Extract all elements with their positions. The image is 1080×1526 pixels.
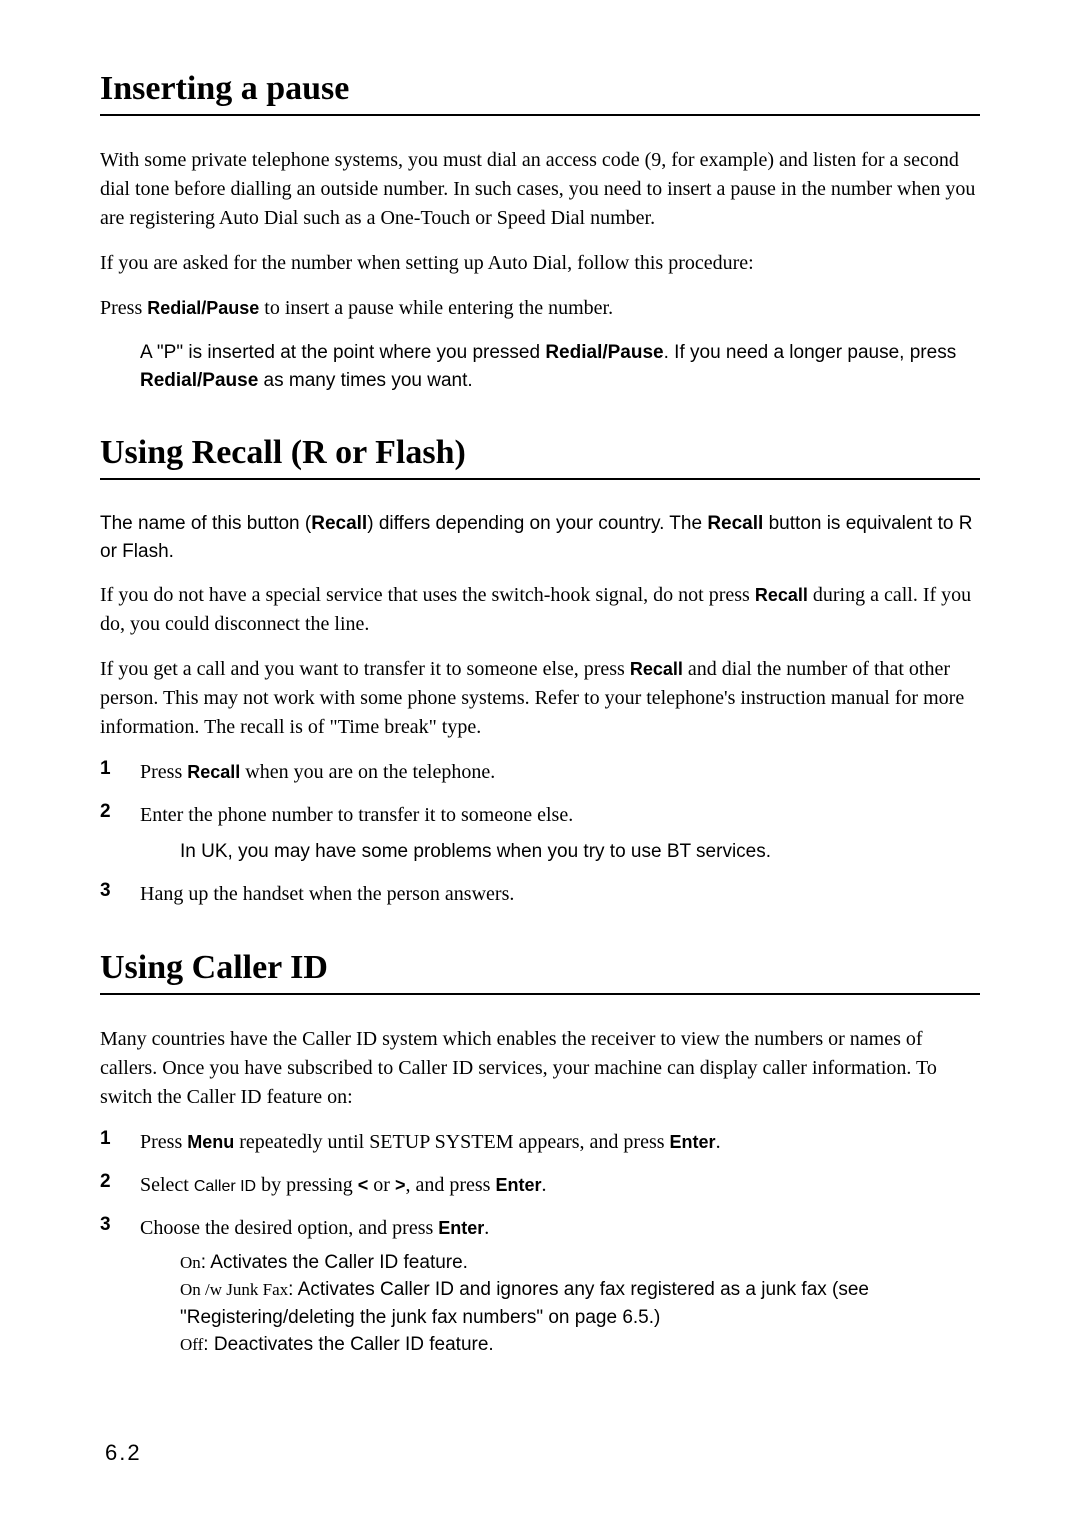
text: Select — [140, 1174, 194, 1196]
text: Press — [100, 297, 147, 319]
text: to insert a pause while entering the num… — [259, 297, 613, 319]
text: , and press — [405, 1174, 495, 1196]
text: . — [541, 1174, 546, 1196]
text: appears, and press — [513, 1131, 669, 1153]
step-body: Enter the phone number to transfer it to… — [140, 801, 980, 866]
key-label-enter: Enter — [670, 1132, 716, 1152]
paragraph: If you get a call and you want to transf… — [100, 655, 980, 742]
text: . — [484, 1217, 489, 1239]
step-body: Hang up the handset when the person answ… — [140, 880, 980, 909]
paragraph: Press Redial/Pause to insert a pause whi… — [100, 294, 980, 323]
key-label-enter: Enter — [438, 1218, 484, 1238]
key-label-left: < — [358, 1175, 369, 1195]
step-number: 2 — [100, 1171, 140, 1200]
text: The name of this button ( — [100, 513, 311, 534]
option-label: Off — [180, 1335, 203, 1354]
list-item: 2 Enter the phone number to transfer it … — [100, 801, 980, 866]
step-body: Select Caller ID by pressing < or >, and… — [140, 1171, 980, 1200]
list-item: 1 Press Recall when you are on the telep… — [100, 758, 980, 787]
paragraph: If you are asked for the number when set… — [100, 249, 980, 278]
paragraph: The name of this button (Recall) differs… — [100, 510, 980, 565]
option-text: : Deactivates the Caller ID feature. — [203, 1334, 493, 1355]
paragraph: Many countries have the Caller ID system… — [100, 1025, 980, 1112]
text: If you get a call and you want to transf… — [100, 658, 630, 680]
option-on-junk-fax: On /w Junk Fax: Activates Caller ID and … — [180, 1276, 980, 1331]
key-label-recall: Recall — [707, 513, 763, 534]
list-item: 3 Hang up the handset when the person an… — [100, 880, 980, 909]
step-number: 3 — [100, 1214, 140, 1359]
text: . — [716, 1131, 721, 1153]
step-body: Choose the desired option, and press Ent… — [140, 1214, 980, 1359]
text: Enter the phone number to transfer it to… — [140, 804, 573, 826]
step-number: 1 — [100, 1128, 140, 1157]
step-body: Press Menu repeatedly until SETUP SYSTEM… — [140, 1128, 980, 1157]
text: Press — [140, 761, 187, 783]
option-label: On /w Junk Fax — [180, 1280, 288, 1299]
option-off: Off: Deactivates the Caller ID feature. — [180, 1331, 980, 1359]
text: . If you need a longer pause, press — [664, 342, 957, 363]
text: If you do not have a special service tha… — [100, 584, 755, 606]
key-label-recall: Recall — [630, 659, 683, 679]
section-heading-using-caller-id: Using Caller ID — [100, 949, 980, 995]
key-label-recall: Recall — [755, 585, 808, 605]
text: when you are on the telephone. — [240, 761, 495, 783]
section-heading-using-recall: Using Recall (R or Flash) — [100, 434, 980, 480]
option-block: On: Activates the Caller ID feature. On … — [180, 1249, 980, 1359]
paragraph: If you do not have a special service tha… — [100, 581, 980, 639]
ordered-list-caller-id-steps: 1 Press Menu repeatedly until SETUP SYST… — [100, 1128, 980, 1359]
text: Press — [140, 1131, 187, 1153]
key-label-redial-pause: Redial/Pause — [140, 370, 258, 391]
document-page: Inserting a pause With some private tele… — [0, 0, 1080, 1439]
step-number: 2 — [100, 801, 140, 866]
display-label-setup-system: SETUP SYSTEM — [369, 1131, 513, 1153]
list-item: 2 Select Caller ID by pressing < or >, a… — [100, 1171, 980, 1200]
key-label-recall: Recall — [311, 513, 367, 534]
option-on: On: Activates the Caller ID feature. — [180, 1249, 980, 1277]
option-label: On — [180, 1253, 201, 1272]
option-text: : Activates the Caller ID feature. — [201, 1252, 468, 1273]
sub-note: In UK, you may have some problems when y… — [180, 838, 980, 866]
paragraph: With some private telephone systems, you… — [100, 146, 980, 233]
note-block: A "P" is inserted at the point where you… — [140, 339, 980, 394]
step-number: 3 — [100, 880, 140, 909]
key-label-menu: Menu — [187, 1132, 234, 1152]
note-text: A "P" is inserted at the point where you… — [140, 339, 980, 394]
ordered-list-recall-steps: 1 Press Recall when you are on the telep… — [100, 758, 980, 909]
key-label-recall: Recall — [187, 762, 240, 782]
page-number: 6.2 — [105, 1440, 142, 1466]
menu-option-caller-id: Caller ID — [194, 1178, 256, 1195]
text: or — [368, 1174, 395, 1196]
key-label-right: > — [395, 1175, 406, 1195]
text: Choose the desired option, and press — [140, 1217, 438, 1239]
text: by pressing — [256, 1174, 358, 1196]
section-heading-inserting-pause: Inserting a pause — [100, 70, 980, 116]
text: ) differs depending on your country. The — [367, 513, 707, 534]
list-item: 3 Choose the desired option, and press E… — [100, 1214, 980, 1359]
text: as many times you want. — [258, 370, 472, 391]
step-number: 1 — [100, 758, 140, 787]
text: A "P" is inserted at the point where you… — [140, 342, 545, 363]
step-body: Press Recall when you are on the telepho… — [140, 758, 980, 787]
key-label-enter: Enter — [495, 1175, 541, 1195]
text: repeatedly until — [234, 1131, 369, 1153]
list-item: 1 Press Menu repeatedly until SETUP SYST… — [100, 1128, 980, 1157]
key-label-redial-pause: Redial/Pause — [545, 342, 663, 363]
key-label-redial-pause: Redial/Pause — [147, 298, 259, 318]
